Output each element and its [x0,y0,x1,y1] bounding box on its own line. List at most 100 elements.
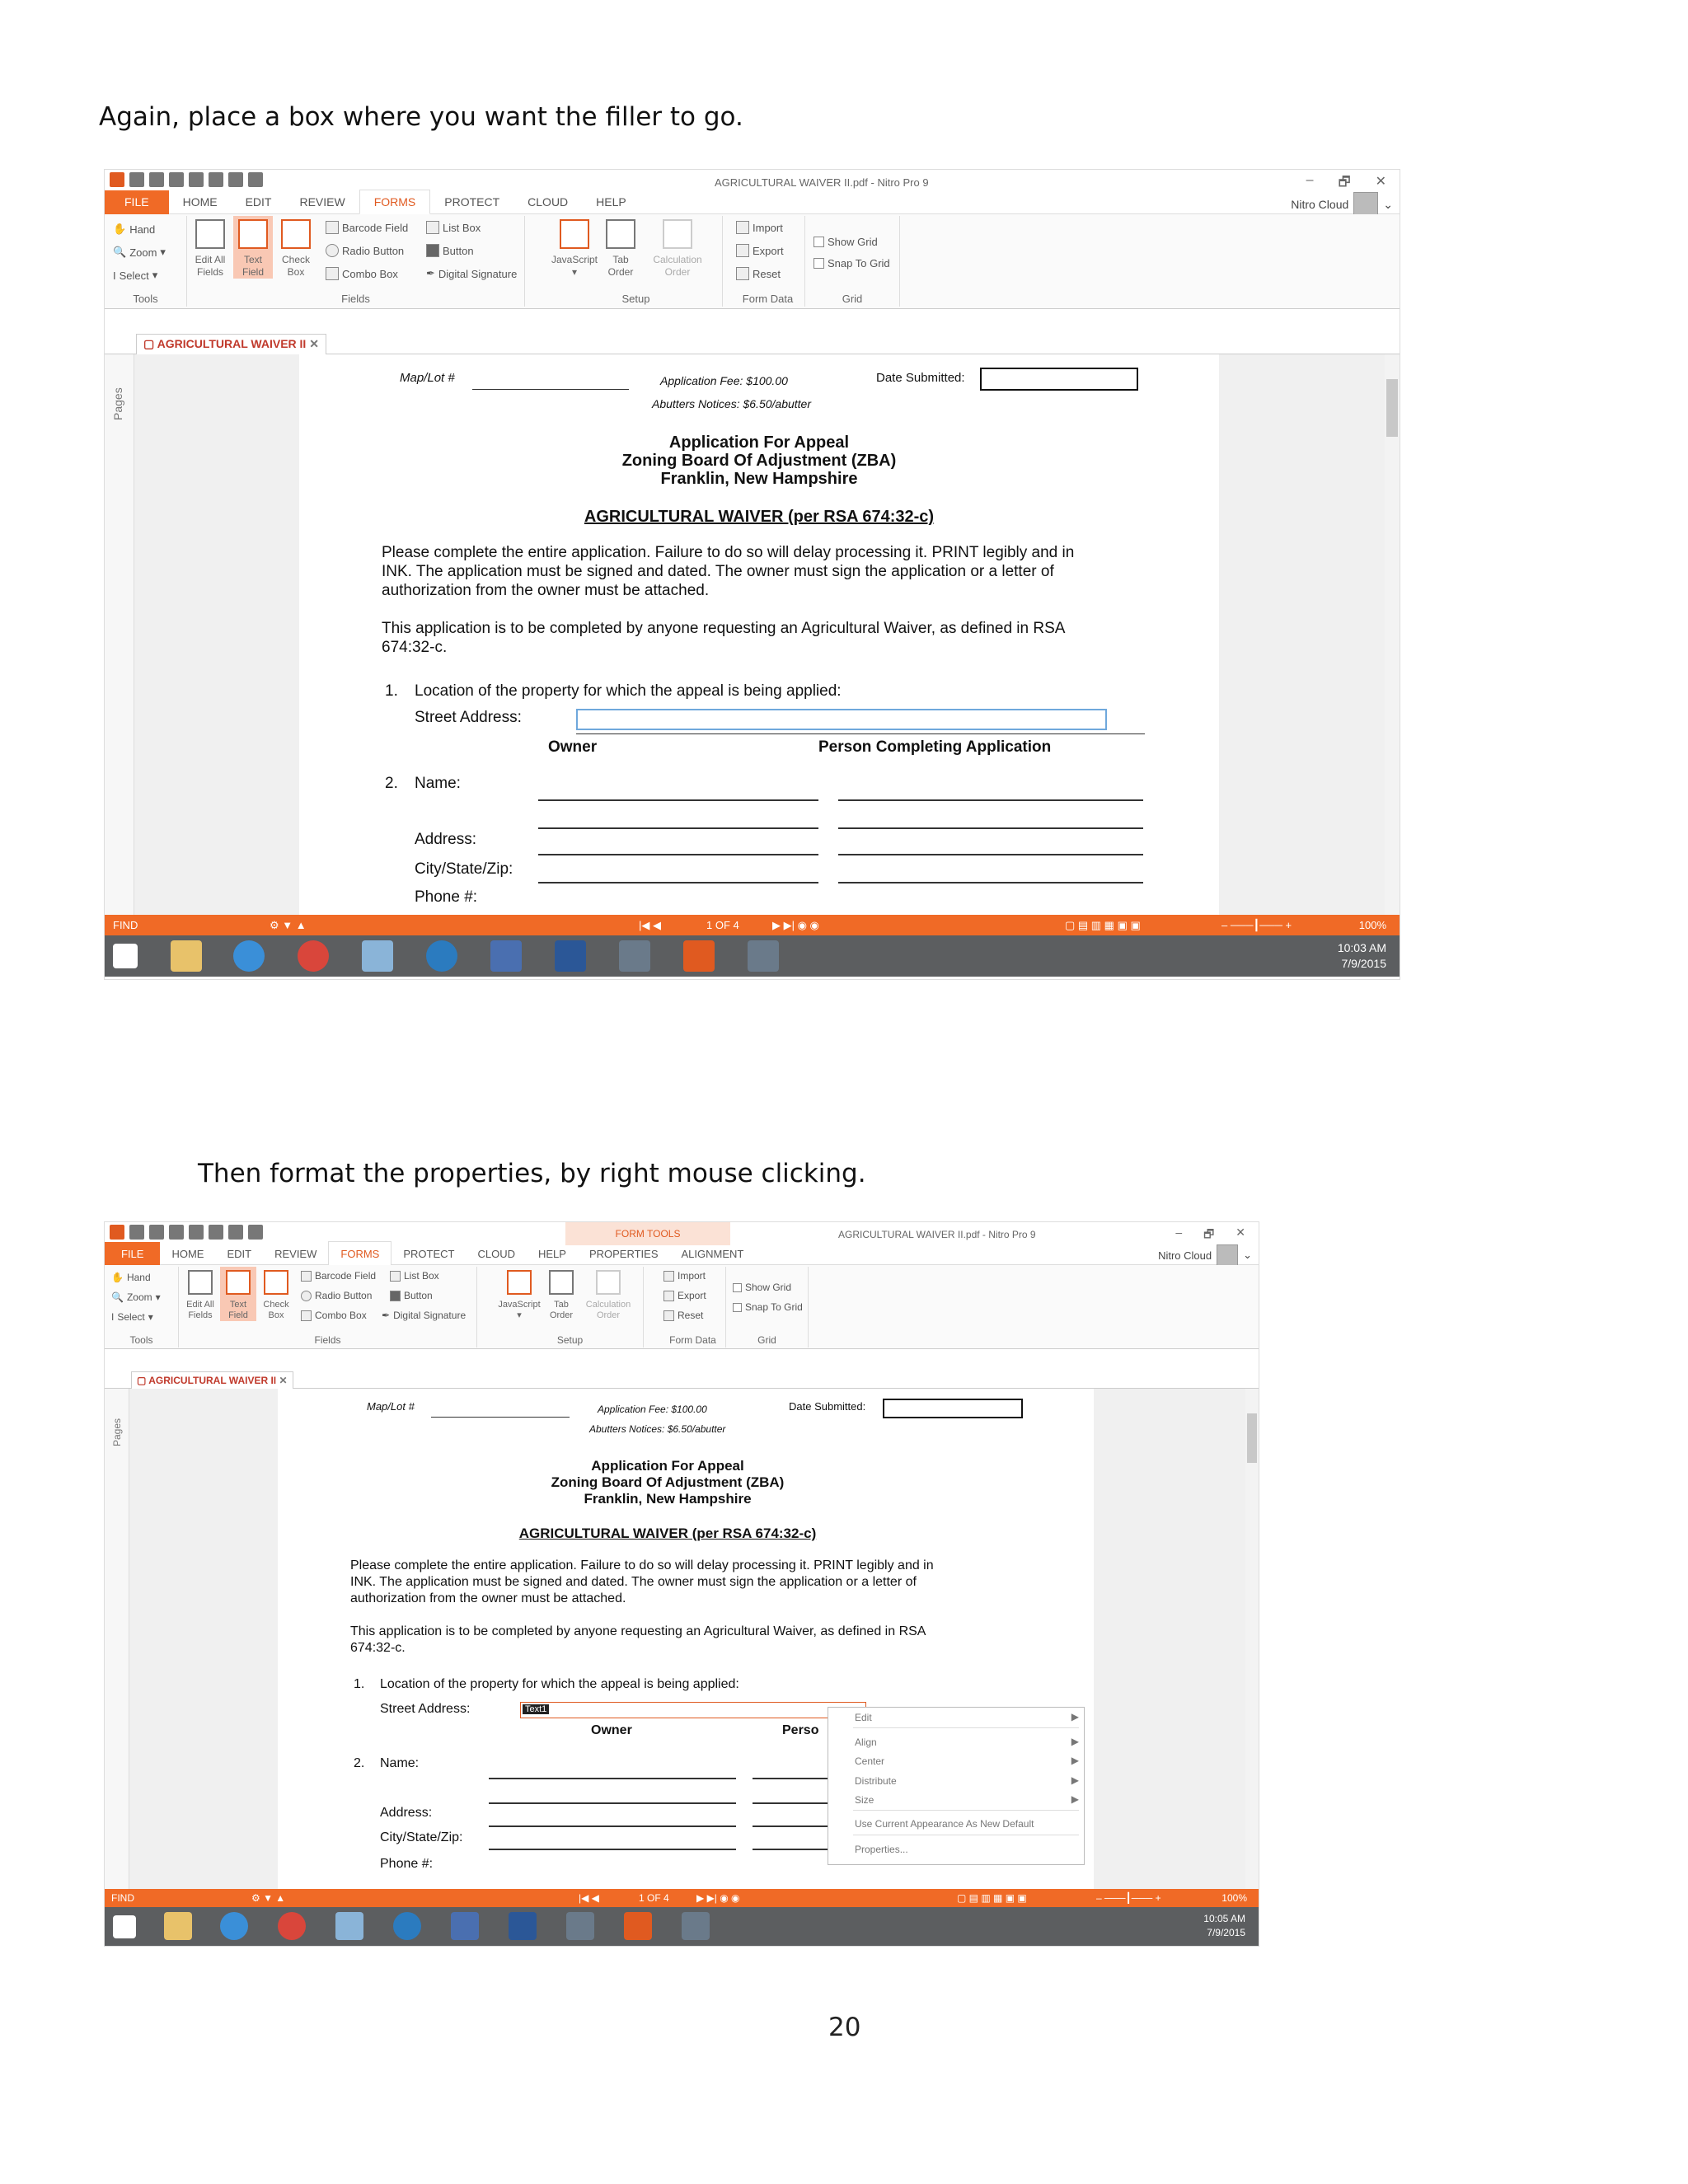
zoom-tool[interactable]: 🔍 Zoom ▾ [113,246,166,259]
ctx-center[interactable]: Center [855,1755,884,1767]
chrome-icon[interactable] [298,940,329,972]
text-field-button[interactable]: Text Field [220,1267,256,1321]
tab-order-button[interactable]: Tab Order [543,1267,579,1321]
vertical-scrollbar-2[interactable] [1245,1389,1259,1889]
avatar[interactable] [1217,1244,1239,1266]
digital-signature-button[interactable]: ✒ Digital Signature [382,1310,466,1321]
menu-forms[interactable]: FORMS [328,1241,392,1266]
clock[interactable]: 10:05 AM 7/9/2015 [1203,1912,1245,1940]
show-grid-checkbox[interactable]: Show Grid [814,236,878,248]
nitro-pro-icon[interactable] [683,940,715,972]
pages-panel[interactable]: Pages [105,354,134,915]
find-button[interactable]: FIND [111,1892,134,1904]
first-prev-page-icon[interactable]: |◀ ◀ [579,1892,599,1904]
internet-explorer-icon[interactable] [220,1912,248,1940]
settings-gear-icon[interactable] [248,172,263,187]
calculation-order-button[interactable]: Calculation Order [649,216,706,279]
account-label[interactable]: Nitro Cloud [1291,198,1348,211]
first-prev-page-icon[interactable]: |◀ ◀ [639,919,661,932]
redo-icon[interactable] [209,1225,223,1240]
menu-help[interactable]: HELP [527,1242,578,1266]
tab-order-button[interactable]: Tab Order [601,216,640,279]
text-field-button[interactable]: Text Field [233,216,273,279]
select-tool-icon[interactable] [228,172,243,187]
clock[interactable]: 10:03 AM 7/9/2015 [1338,940,1386,972]
next-last-page-icon[interactable]: ▶ ▶| ◉ ◉ [696,1892,740,1904]
zoom-slider[interactable]: – ───┃─── + [1221,919,1292,932]
page-indicator[interactable]: 1 OF 4 [639,1892,669,1904]
menu-protect[interactable]: PROTECT [392,1242,466,1266]
combo-box-button[interactable]: Combo Box [301,1310,367,1321]
date-submitted-field[interactable] [980,368,1138,391]
import-button[interactable]: Import [736,221,783,234]
view-mode-icons[interactable]: ▢ ▤ ▥ ▦ ▣ ▣ [1065,919,1141,932]
avatar[interactable] [1353,192,1379,217]
windows-start-icon[interactable] [113,944,138,968]
javascript-button[interactable]: JavaScript ▾ [550,216,599,279]
ctx-edit[interactable]: Edit [855,1712,872,1723]
app-icon-2[interactable] [748,940,779,972]
remote-desktop-icon[interactable] [451,1912,479,1940]
account-label[interactable]: Nitro Cloud [1158,1249,1212,1262]
ctx-align[interactable]: Align [855,1736,877,1748]
find-button[interactable]: FIND [113,919,138,931]
menu-edit[interactable]: EDIT [215,1242,263,1266]
calculation-order-button[interactable]: Calculation Order [583,1267,634,1321]
menu-edit[interactable]: EDIT [232,190,286,214]
app-icon-1[interactable] [619,940,650,972]
ctx-size[interactable]: Size [855,1794,874,1806]
export-button[interactable]: Export [736,244,784,257]
edit-all-fields-button[interactable]: Edit All Fields [190,216,230,279]
document-tab[interactable]: ▢ AGRICULTURAL WAIVER II ✕ [131,1371,293,1390]
menu-home[interactable]: HOME [169,190,232,214]
menu-file[interactable]: FILE [105,1241,161,1266]
menu-home[interactable]: HOME [160,1242,215,1266]
menu-review[interactable]: REVIEW [263,1242,328,1266]
zoom-tool[interactable]: 🔍 Zoom ▾ [111,1291,161,1303]
date-submitted-field[interactable] [883,1399,1023,1418]
menu-help[interactable]: HELP [582,190,640,214]
undo-icon[interactable] [189,1225,204,1240]
show-grid-checkbox[interactable]: Show Grid [733,1282,791,1293]
settings-gear-icon[interactable] [248,1225,263,1240]
ctx-use-current-appearance[interactable]: Use Current Appearance As New Default [855,1818,1034,1830]
snap-to-grid-checkbox[interactable]: Snap To Grid [733,1301,803,1313]
chrome-icon[interactable] [278,1912,306,1940]
edit-all-fields-button[interactable]: Edit All Fields [182,1267,218,1321]
street-address-text-field[interactable]: Text1 [520,1702,866,1718]
list-box-button[interactable]: List Box [390,1270,439,1282]
remote-desktop-icon[interactable] [490,940,522,972]
check-box-button[interactable]: Check Box [258,1267,294,1321]
barcode-field-button[interactable]: Barcode Field [326,221,408,234]
radio-button-button[interactable]: Radio Button [326,244,404,257]
save-icon[interactable] [149,172,164,187]
zoom-level[interactable]: 100% [1221,1892,1247,1904]
hand-tool[interactable]: ✋ Hand [113,223,155,236]
ctx-distribute[interactable]: Distribute [855,1775,897,1787]
nitro-pro-icon[interactable] [624,1912,652,1940]
pages-panel[interactable]: Pages [105,1389,129,1889]
import-button[interactable]: Import [663,1270,706,1282]
menu-review[interactable]: REVIEW [285,190,359,214]
find-controls-icon[interactable]: ⚙ ▼ ▲ [251,1892,285,1904]
word-icon[interactable] [555,940,586,972]
button-field-button[interactable]: Button [426,244,474,257]
javascript-button[interactable]: JavaScript ▾ [497,1267,542,1321]
app-icon-1[interactable] [566,1912,594,1940]
select-tool-icon[interactable] [228,1225,243,1240]
digital-signature-button[interactable]: ✒ Digital Signature [426,267,517,280]
page-indicator[interactable]: 1 OF 4 [706,919,739,931]
check-box-button[interactable]: Check Box [276,216,316,279]
document-tab[interactable]: ▢ AGRICULTURAL WAIVER II ✕ [136,334,326,354]
find-controls-icon[interactable]: ⚙ ▼ ▲ [270,919,307,932]
street-address-text-field[interactable] [576,709,1107,730]
combo-box-button[interactable]: Combo Box [326,267,398,280]
reset-button[interactable]: Reset [736,267,781,280]
calculator-icon[interactable] [335,1912,363,1940]
menu-cloud[interactable]: CLOUD [466,1242,527,1266]
undo-icon[interactable] [189,172,204,187]
select-tool[interactable]: I Select ▾ [111,1311,153,1323]
internet-explorer-icon[interactable] [233,940,265,972]
zoom-level[interactable]: 100% [1359,919,1386,931]
reset-button[interactable]: Reset [663,1310,703,1321]
